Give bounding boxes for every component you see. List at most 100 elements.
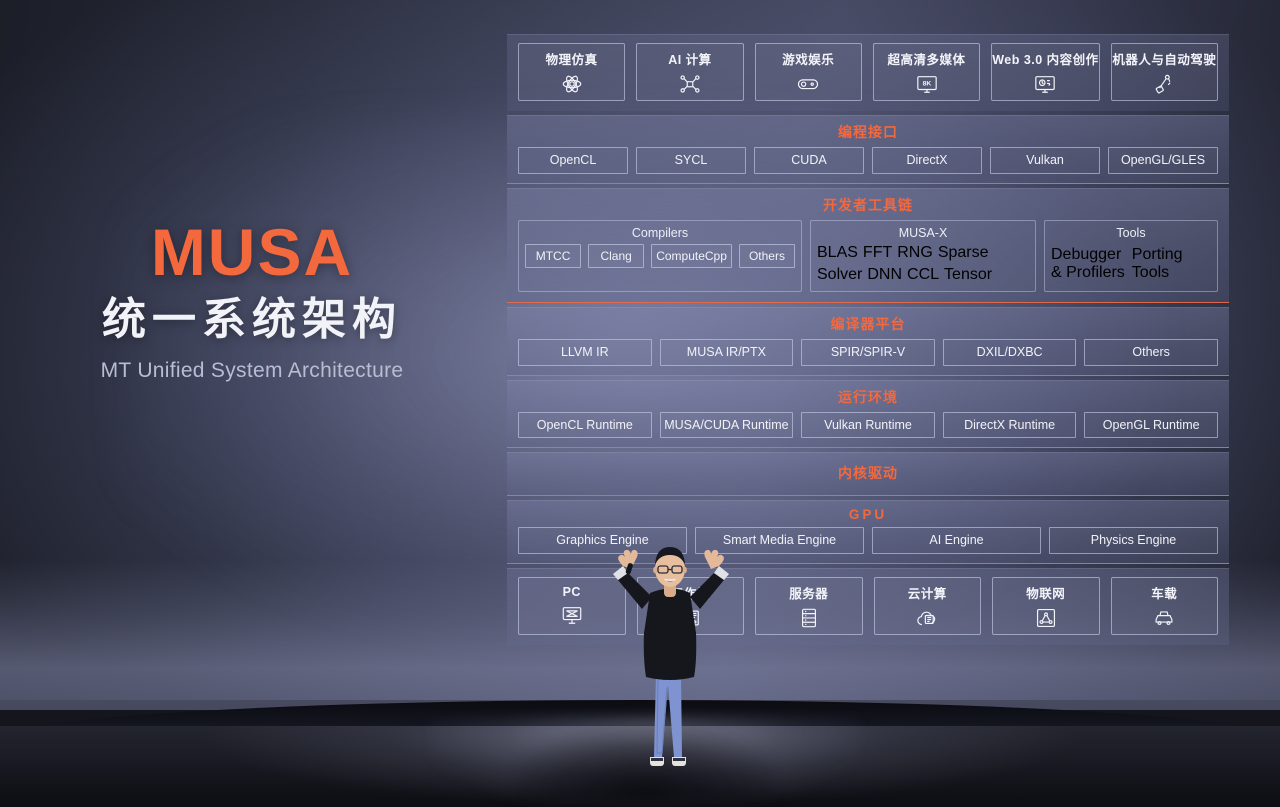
ir-cell-musa-ir-ptx[interactable]: MUSA IR/PTX	[659, 339, 794, 366]
app-tile-ai-computing[interactable]: AI 计算	[636, 43, 744, 101]
runtime-cell-opencl[interactable]: OpenCL Runtime	[518, 411, 652, 438]
api-cell-directx[interactable]: DirectX	[872, 147, 982, 174]
musax-cell-sparse[interactable]: Sparse	[938, 244, 989, 262]
band-title-gpu: GPU	[848, 507, 888, 522]
app-tile-label: 游戏娱乐	[782, 53, 835, 67]
group-tools: Tools Debugger & Profilers Porting Tools	[1044, 219, 1218, 292]
musa-x-cells: BLAS FFT RNG Sparse Solver DNN CCL Tenso…	[817, 244, 1029, 284]
tools-cells: Debugger & Profilers Porting Tools	[1051, 244, 1211, 285]
neural-network-icon	[679, 73, 701, 95]
monitor-8k-icon: 8K	[916, 73, 938, 95]
gamepad-icon	[797, 73, 819, 95]
web3-content-icon	[1034, 73, 1056, 95]
compiler-platform-band: 编译器平台 LLVM IR MUSA IR/PTX SPIR/SPIR-V DX…	[507, 307, 1229, 376]
app-tile-uhd-multimedia[interactable]: 超高清多媒体 8K	[872, 43, 981, 101]
musa-x-row-2: Solver DNN CCL Tensor	[817, 266, 1029, 284]
runtime-cell-vulkan[interactable]: Vulkan Runtime	[801, 411, 935, 438]
app-tile-physics-simulation[interactable]: 物理仿真	[518, 43, 626, 101]
target-tile-cloud-computing[interactable]: 云计算	[873, 576, 981, 635]
app-tile-label: AI 计算	[668, 53, 712, 67]
desktop-icon	[561, 604, 583, 626]
gpu-cell-ai-engine[interactable]: AI Engine	[872, 527, 1041, 554]
ir-cell-dxil-dxbc[interactable]: DXIL/DXBC	[942, 339, 1077, 366]
cloud-compute-icon	[916, 607, 938, 629]
target-tile-server[interactable]: 服务器	[755, 576, 863, 635]
brand-title: MUSA	[150, 215, 354, 289]
programming-interface-band: 编程接口 OpenCL SYCL CUDA DirectX Vulkan Ope…	[507, 115, 1229, 184]
kernel-driver-band: 内核驱动	[507, 452, 1229, 496]
musax-cell-blas[interactable]: BLAS	[817, 244, 858, 262]
musa-x-row-1: BLAS FFT RNG Sparse	[817, 244, 1029, 262]
musax-cell-rng[interactable]: RNG	[897, 244, 933, 262]
compiler-cell-mtcc[interactable]: MTCC	[525, 244, 582, 268]
group-title-compilers: Compilers	[631, 225, 689, 240]
iot-network-icon	[1035, 607, 1057, 629]
app-tile-label: 超高清多媒体	[887, 53, 966, 67]
musax-cell-ccl[interactable]: CCL	[907, 266, 939, 284]
app-tile-label: 物理仿真	[545, 53, 598, 67]
musax-cell-solver[interactable]: Solver	[817, 266, 862, 284]
group-musa-x: MUSA-X BLAS FFT RNG Sparse Solver DNN CC…	[810, 219, 1036, 292]
chinese-subtitle: 统一系统架构	[102, 295, 402, 345]
runtime-cell-opengl[interactable]: OpenGL Runtime	[1084, 411, 1218, 438]
musa-architecture-diagram: 物理仿真 AI 计算 游戏娱乐 超高清多媒体 8K Web 3.0 内容创作 机…	[507, 34, 1229, 645]
api-cell-opengl-gles[interactable]: OpenGL/GLES	[1108, 147, 1218, 174]
api-cell-cuda[interactable]: CUDA	[754, 147, 864, 174]
band-title-developer-toolchain: 开发者工具链	[823, 196, 913, 213]
app-tile-web3-content-creation[interactable]: Web 3.0 内容创作	[991, 43, 1100, 101]
target-tile-label: 车载	[1151, 586, 1178, 601]
car-icon	[1153, 607, 1175, 629]
target-tile-label: 云计算	[907, 586, 947, 601]
compiler-cell-computecpp[interactable]: ComputeCpp	[651, 244, 732, 268]
musax-cell-fft[interactable]: FFT	[863, 244, 892, 262]
top-applications-row: 物理仿真 AI 计算 游戏娱乐 超高清多媒体 8K Web 3.0 内容创作 机…	[507, 34, 1229, 111]
api-cell-opencl[interactable]: OpenCL	[518, 147, 628, 174]
presentation-stage: MUSA 统一系统架构 MT Unified System Architectu…	[0, 0, 1280, 807]
app-tile-robotics-autonomous-driving[interactable]: 机器人与自动驾驶	[1110, 43, 1218, 101]
developer-toolchain-band: 开发者工具链 Compilers MTCC Clang ComputeCpp O…	[507, 187, 1229, 303]
group-title-musa-x: MUSA-X	[898, 225, 948, 240]
server-rack-icon	[798, 607, 820, 629]
ir-cell-others[interactable]: Others	[1084, 339, 1218, 366]
runtime-environment-row: OpenCL Runtime MUSA/CUDA Runtime Vulkan …	[507, 411, 1229, 448]
tools-cell-porting-tools[interactable]: Porting Tools	[1132, 244, 1183, 285]
runtime-environment-band: 运行环境 OpenCL Runtime MUSA/CUDA Runtime Vu…	[507, 379, 1229, 448]
robot-arm-icon	[1153, 73, 1175, 95]
ir-cell-llvm-ir[interactable]: LLVM IR	[518, 339, 652, 366]
compiler-cell-others[interactable]: Others	[738, 244, 795, 268]
app-tile-gaming-entertainment[interactable]: 游戏娱乐	[754, 43, 862, 101]
runtime-cell-musa-cuda[interactable]: MUSA/CUDA Runtime	[659, 411, 794, 438]
app-tile-label: 机器人与自动驾驶	[1112, 53, 1217, 67]
tools-cell-debugger-profilers[interactable]: Debugger & Profilers	[1051, 244, 1125, 285]
programming-interface-row: OpenCL SYCL CUDA DirectX Vulkan OpenGL/G…	[507, 147, 1229, 183]
group-compilers: Compilers MTCC Clang ComputeCpp Others	[518, 219, 802, 292]
presenter-person	[592, 525, 752, 775]
compiler-platform-row: LLVM IR MUSA IR/PTX SPIR/SPIR-V DXIL/DXB…	[507, 339, 1229, 375]
musax-cell-tensor[interactable]: Tensor	[944, 266, 992, 284]
api-cell-vulkan[interactable]: Vulkan	[990, 147, 1100, 174]
slide-title-block: MUSA 统一系统架构 MT Unified System Architectu…	[62, 215, 442, 383]
svg-text:8K: 8K	[922, 80, 931, 87]
target-tile-label: 服务器	[789, 586, 829, 601]
band-title-programming-interface: 编程接口	[838, 124, 898, 140]
target-tile-iot[interactable]: 物联网	[992, 576, 1100, 635]
atom-icon	[561, 73, 583, 95]
group-title-tools: Tools	[1116, 225, 1146, 240]
compilers-cells: MTCC Clang ComputeCpp Others	[525, 244, 795, 268]
runtime-cell-directx[interactable]: DirectX Runtime	[942, 411, 1077, 438]
api-cell-sycl[interactable]: SYCL	[636, 147, 746, 174]
musax-cell-dnn[interactable]: DNN	[867, 266, 902, 284]
target-tile-label: 物联网	[1026, 586, 1066, 601]
compiler-cell-clang[interactable]: Clang	[588, 244, 645, 268]
app-tile-label: Web 3.0 内容创作	[992, 53, 1099, 67]
band-title-compiler-platform: 编译器平台	[830, 316, 906, 332]
band-title-runtime-environment: 运行环境	[838, 388, 898, 405]
top-applications-band: 物理仿真 AI 计算 游戏娱乐 超高清多媒体 8K Web 3.0 内容创作 机…	[507, 34, 1229, 111]
target-tile-automotive[interactable]: 车载	[1110, 576, 1218, 635]
target-tile-label: PC	[562, 585, 581, 599]
developer-toolchain-groups: Compilers MTCC Clang ComputeCpp Others M…	[507, 219, 1229, 303]
band-title-kernel-driver: 内核驱动	[838, 465, 898, 481]
gpu-cell-physics-engine[interactable]: Physics Engine	[1049, 527, 1218, 554]
ir-cell-spir[interactable]: SPIR/SPIR-V	[801, 339, 935, 366]
english-subtitle: MT Unified System Architecture	[100, 359, 404, 383]
